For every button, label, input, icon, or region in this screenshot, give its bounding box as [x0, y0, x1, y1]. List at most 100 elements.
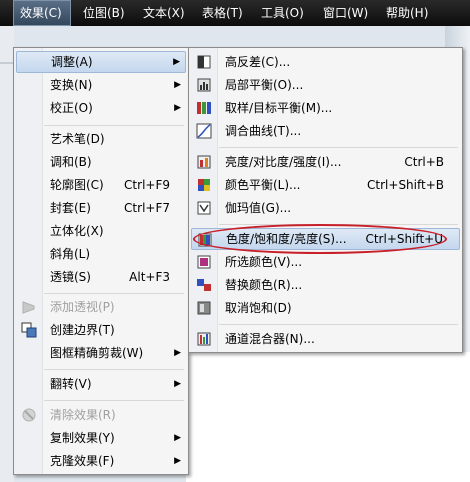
- menu-item-envelope[interactable]: 封套(E) Ctrl+F7: [16, 197, 186, 219]
- drawing-canvas[interactable]: [186, 352, 470, 482]
- menu-item-label: 翻转(V): [50, 377, 92, 391]
- menu-bitmaps[interactable]: 位图(B): [83, 0, 125, 26]
- hue-saturation-icon: [198, 233, 212, 247]
- menu-item-rollover[interactable]: 翻转(V) ▶: [16, 373, 186, 395]
- menu-item-powerclip[interactable]: 图框精确剪裁(W) ▶: [16, 342, 186, 364]
- local-equalization-icon: [197, 78, 211, 92]
- menu-item-label: 调和(B): [50, 155, 92, 169]
- menu-item-shortcut: Ctrl+F9: [124, 178, 170, 192]
- menu-item-shortcut: Ctrl+Shift+B: [367, 178, 444, 192]
- submenu-arrow-icon: ▶: [174, 80, 181, 90]
- menu-text[interactable]: 文本(X): [143, 0, 185, 26]
- effects-menu: 调整(A) ▶ 变换(N) ▶ 校正(O) ▶ 艺术笔(D) 调和(B) 轮廓图…: [13, 47, 189, 475]
- submenu-item-local-equalization[interactable]: 局部平衡(O)...: [191, 74, 460, 96]
- menu-item-transform[interactable]: 变换(N) ▶: [16, 74, 186, 96]
- submenu-item-desaturate[interactable]: 取消饱和(D): [191, 297, 460, 319]
- adjust-submenu: 高反差(C)... 局部平衡(O)... 取样/目标平衡(M)... 调合曲线(…: [188, 47, 463, 353]
- menu-item-label: 封套(E): [50, 201, 91, 215]
- menu-separator: [44, 293, 184, 294]
- submenu-arrow-icon: ▶: [174, 379, 181, 389]
- channel-mixer-icon: [197, 332, 211, 346]
- menu-item-create-boundary[interactable]: 创建边界(T): [16, 319, 186, 341]
- menu-item-label: 替换颜色(R)...: [225, 278, 303, 292]
- high-contrast-icon: [197, 55, 211, 69]
- menu-item-label: 调合曲线(T)...: [225, 124, 302, 138]
- submenu-item-high-contrast[interactable]: 高反差(C)...: [191, 51, 460, 73]
- menu-item-correction[interactable]: 校正(O) ▶: [16, 97, 186, 119]
- clear-effect-icon: [22, 408, 36, 422]
- menu-item-shortcut: Alt+F3: [129, 270, 170, 284]
- menu-effects[interactable]: 效果(C): [13, 0, 71, 26]
- boundary-icon: [21, 322, 37, 338]
- submenu-arrow-icon: ▶: [173, 57, 180, 67]
- brightness-contrast-icon: [197, 155, 211, 169]
- menu-item-label: 高反差(C)...: [225, 55, 291, 69]
- menu-item-shortcut: Ctrl+F7: [124, 201, 170, 215]
- submenu-item-replace-colors[interactable]: 替换颜色(R)...: [191, 274, 460, 296]
- menu-item-label: 通道混合器(N)...: [225, 332, 315, 346]
- menu-item-label: 伽玛值(G)...: [225, 201, 292, 215]
- app-left-edge: [0, 26, 14, 482]
- menu-separator: [219, 224, 458, 225]
- menu-item-add-perspective: 添加透视(P): [16, 296, 186, 318]
- submenu-item-hue-saturation-lightness[interactable]: 色度/饱和度/亮度(S)... Ctrl+Shift+U: [191, 228, 460, 250]
- menu-item-lens[interactable]: 透镜(S) Alt+F3: [16, 266, 186, 288]
- menu-item-label: 透镜(S): [50, 270, 91, 284]
- menu-item-label: 复制效果(Y): [50, 431, 115, 445]
- menu-item-label: 斜角(L): [50, 247, 91, 261]
- menu-item-clear-effect: 清除效果(R): [16, 404, 186, 426]
- desaturate-icon: [197, 301, 211, 315]
- menu-item-label: 清除效果(R): [50, 408, 116, 422]
- menu-item-label: 克隆效果(F): [50, 454, 115, 468]
- submenu-item-tone-curve[interactable]: 调合曲线(T)...: [191, 120, 460, 142]
- submenu-arrow-icon: ▶: [174, 348, 181, 358]
- menu-item-label: 取消饱和(D): [225, 301, 292, 315]
- selective-color-icon: [197, 255, 211, 269]
- menu-separator: [219, 324, 458, 325]
- submenu-arrow-icon: ▶: [174, 456, 181, 466]
- sample-target-icon: [197, 102, 211, 114]
- menu-item-shortcut: Ctrl+Shift+U: [365, 232, 443, 246]
- menu-separator: [44, 369, 184, 370]
- menu-item-label: 所选颜色(V)...: [225, 255, 303, 269]
- menu-item-label: 艺术笔(D): [50, 132, 105, 146]
- menu-item-label: 色度/饱和度/亮度(S)...: [226, 232, 347, 246]
- menu-item-label: 创建边界(T): [50, 323, 115, 337]
- menu-item-shortcut: Ctrl+B: [404, 155, 444, 169]
- menu-item-clone-effect[interactable]: 克隆效果(F) ▶: [16, 450, 186, 472]
- menu-separator: [44, 125, 184, 126]
- menu-separator: [44, 400, 184, 401]
- menu-bar: 效果(C) 位图(B) 文本(X) 表格(T) 工具(O) 窗口(W) 帮助(H…: [0, 0, 470, 26]
- submenu-item-brightness-contrast[interactable]: 亮度/对比度/强度(I)... Ctrl+B: [191, 151, 460, 173]
- menu-item-copy-effect[interactable]: 复制效果(Y) ▶: [16, 427, 186, 449]
- menu-item-label: 亮度/对比度/强度(I)...: [225, 155, 342, 169]
- menu-item-label: 图框精确剪裁(W): [50, 346, 144, 360]
- menu-tools[interactable]: 工具(O): [261, 0, 304, 26]
- menu-item-label: 取样/目标平衡(M)...: [225, 101, 333, 115]
- submenu-item-channel-mixer[interactable]: 通道混合器(N)...: [191, 328, 460, 350]
- menu-separator: [219, 147, 458, 148]
- menu-item-contour[interactable]: 轮廓图(C) Ctrl+F9: [16, 174, 186, 196]
- menu-item-artistic-media[interactable]: 艺术笔(D): [16, 128, 186, 150]
- submenu-arrow-icon: ▶: [174, 103, 181, 113]
- submenu-item-sample-target-balance[interactable]: 取样/目标平衡(M)...: [191, 97, 460, 119]
- submenu-item-color-balance[interactable]: 颜色平衡(L)... Ctrl+Shift+B: [191, 174, 460, 196]
- submenu-item-gamma[interactable]: 伽玛值(G)...: [191, 197, 460, 219]
- menu-item-label: 变换(N): [50, 78, 93, 92]
- menu-item-adjust[interactable]: 调整(A) ▶: [16, 51, 186, 73]
- submenu-item-selective-color[interactable]: 所选颜色(V)...: [191, 251, 460, 273]
- gamma-icon: [197, 201, 211, 215]
- menu-item-label: 轮廓图(C): [50, 178, 104, 192]
- menu-window[interactable]: 窗口(W): [323, 0, 368, 26]
- perspective-icon: [22, 301, 35, 314]
- tone-curve-icon: [196, 123, 212, 139]
- menu-table[interactable]: 表格(T): [202, 0, 243, 26]
- color-balance-icon: [198, 179, 210, 191]
- menu-item-bevel[interactable]: 斜角(L): [16, 243, 186, 265]
- menu-item-blend[interactable]: 调和(B): [16, 151, 186, 173]
- menu-item-extrude[interactable]: 立体化(X): [16, 220, 186, 242]
- menu-help[interactable]: 帮助(H): [386, 0, 428, 26]
- toolbar-edge: [0, 62, 14, 64]
- menu-item-label: 添加透视(P): [50, 300, 115, 314]
- menu-item-label: 调整(A): [51, 55, 93, 69]
